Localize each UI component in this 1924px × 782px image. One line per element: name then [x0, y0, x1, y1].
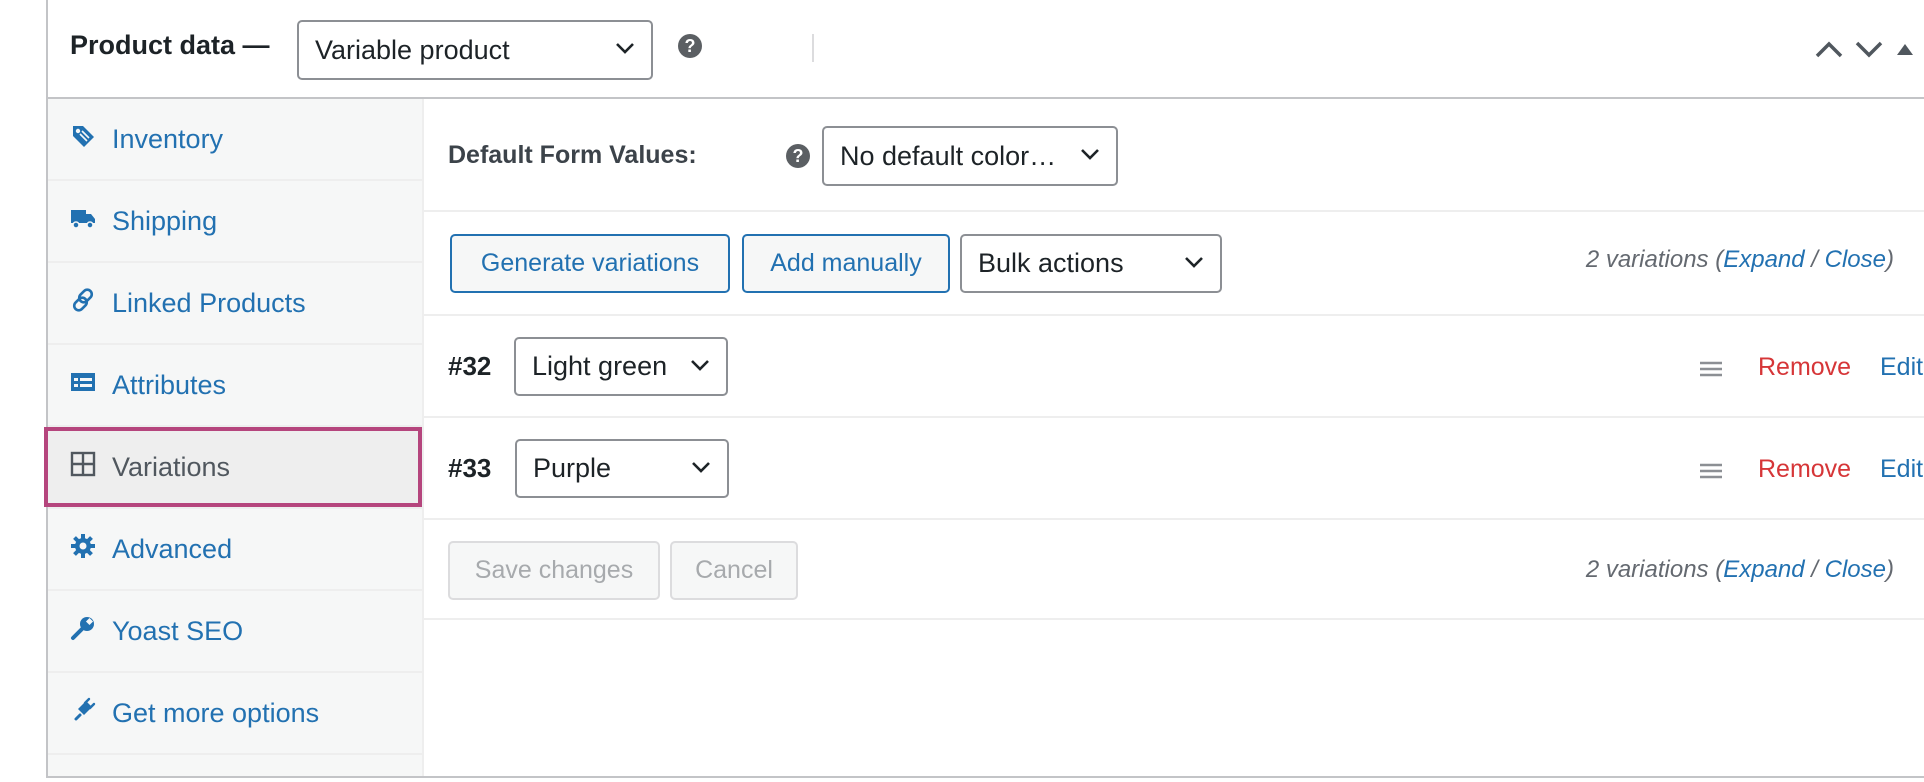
variation-attribute-select[interactable]: Light green [514, 337, 728, 396]
variations-footer: Save changes Cancel 2 variations (Expand… [424, 520, 1924, 620]
expand-link[interactable]: Expand [1723, 556, 1804, 583]
variations-panel: Default Form Values: ? No default color…… [424, 99, 1924, 776]
tab-label: Yoast SEO [112, 616, 244, 646]
gear-icon [71, 534, 95, 558]
variations-toolbar: Generate variations Add manually Bulk ac… [424, 212, 1924, 316]
product-type-value: Variable product [315, 34, 510, 65]
default-color-value: No default color… [840, 140, 1057, 171]
question-circle-icon[interactable]: ? [678, 34, 702, 58]
variation-id: #32 [448, 351, 492, 381]
tab-label: Get more options [112, 698, 320, 728]
chevron-down-icon [692, 461, 710, 473]
add-manually-button[interactable]: Add manually [742, 234, 950, 293]
truck-icon [71, 210, 95, 229]
bulk-actions-select[interactable]: Bulk actions [960, 234, 1222, 293]
remove-variation-link[interactable]: Remove [1758, 353, 1851, 382]
remove-variation-link[interactable]: Remove [1758, 455, 1851, 484]
question-circle-icon[interactable]: ? [786, 144, 810, 168]
tab-label: Inventory [112, 124, 224, 154]
edit-variation-link[interactable]: Edit [1880, 455, 1923, 484]
tab-label: Advanced [112, 534, 233, 564]
variations-count-text: 2 variations [1585, 556, 1709, 583]
expand-link[interactable]: Expand [1723, 246, 1804, 273]
chevron-down-icon [1081, 149, 1099, 160]
triangle-up-icon[interactable] [1896, 42, 1914, 56]
tab-shipping[interactable]: Shipping [48, 181, 422, 263]
separator-slash: / [1811, 556, 1818, 583]
close-link[interactable]: Close [1825, 246, 1886, 273]
paren-close: ) [1886, 556, 1894, 583]
variations-count-top: 2 variations (Expand / Close) [1586, 246, 1894, 274]
cancel-button[interactable]: Cancel [670, 541, 798, 600]
paren-close: ) [1886, 246, 1894, 273]
product-data-tabs: Inventory Shipping Linked Products Attri… [44, 99, 424, 776]
chevron-down-icon[interactable] [1854, 38, 1884, 60]
active-tab-highlight [44, 427, 422, 507]
generate-variations-button[interactable]: Generate variations [450, 234, 730, 293]
drag-handle-icon[interactable] [1700, 361, 1722, 377]
tab-get-more-options[interactable]: Get more options [48, 673, 422, 755]
tab-label: Shipping [112, 206, 218, 236]
default-form-values-label: Default Form Values: [448, 141, 697, 169]
variations-count-text: 2 variations [1585, 246, 1709, 273]
tag-icon [73, 126, 94, 147]
variation-row: #32 Light green Remove Edit [424, 316, 1924, 418]
save-changes-button[interactable]: Save changes [448, 541, 660, 600]
product-data-title: Product data — [70, 30, 270, 60]
variation-attribute-value: Light green [532, 351, 668, 381]
default-form-values-row: Default Form Values: ? No default color… [424, 99, 1924, 212]
chevron-down-icon [616, 43, 634, 54]
tab-linked-products[interactable]: Linked Products [48, 263, 422, 345]
tab-advanced[interactable]: Advanced [48, 509, 422, 591]
chevron-up-icon[interactable] [1814, 38, 1844, 60]
product-type-select[interactable]: Variable product [297, 20, 653, 80]
header-divider [812, 34, 814, 62]
bulk-actions-value: Bulk actions [978, 248, 1124, 278]
list-card-icon [71, 373, 95, 391]
tab-label: Attributes [112, 370, 227, 400]
wrench-icon [71, 617, 94, 640]
product-data-panel: Product data — Variable product ? Invent… [44, 0, 1924, 778]
variation-attribute-value: Purple [533, 453, 612, 483]
tab-label: Linked Products [112, 288, 306, 318]
variation-id: #33 [448, 453, 492, 483]
link-icon [72, 288, 94, 312]
variation-attribute-select[interactable]: Purple [515, 439, 729, 498]
close-link[interactable]: Close [1825, 556, 1886, 583]
chevron-down-icon [1185, 256, 1203, 268]
default-color-select[interactable]: No default color… [822, 126, 1118, 186]
tab-inventory[interactable]: Inventory [48, 99, 422, 181]
chevron-down-icon [691, 359, 709, 371]
variation-row: #33 Purple Remove Edit [424, 418, 1924, 520]
plugin-icon [74, 697, 96, 721]
drag-handle-icon[interactable] [1700, 463, 1722, 479]
edit-variation-link[interactable]: Edit [1880, 353, 1923, 382]
tab-yoast-seo[interactable]: Yoast SEO [48, 591, 422, 673]
tab-attributes[interactable]: Attributes [48, 345, 422, 427]
separator-slash: / [1811, 246, 1818, 273]
product-data-header: Product data — Variable product ? [48, 0, 1924, 99]
variations-count-bottom: 2 variations (Expand / Close) [1586, 556, 1894, 584]
